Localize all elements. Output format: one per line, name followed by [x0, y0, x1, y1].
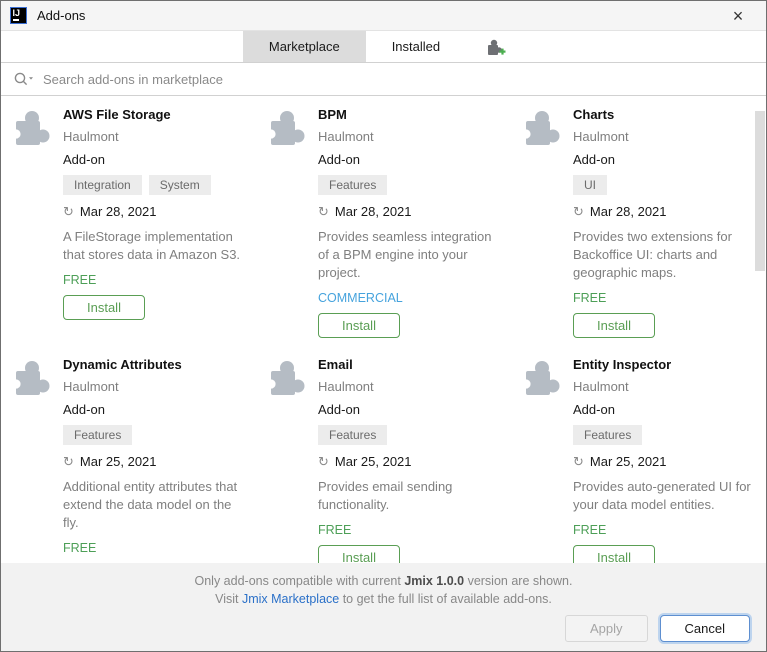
addon-date: Mar 28, 2021	[590, 204, 667, 219]
addon-card-charts: Charts Haulmont Add-on UI ↻ Mar 28, 2021…	[511, 96, 766, 346]
install-button[interactable]: Install	[573, 313, 655, 338]
tag-row: Integration System	[63, 175, 211, 195]
addon-vendor: Haulmont	[318, 129, 374, 144]
addon-card-aws-file-storage: AWS File Storage Haulmont Add-on Integra…	[1, 96, 256, 346]
update-date-icon: ↻	[318, 205, 329, 218]
addon-type: Add-on	[318, 402, 360, 417]
addon-description: Provides seamless integration of a BPM e…	[318, 228, 505, 282]
close-icon[interactable]: ×	[724, 5, 752, 27]
addon-card-dynamic-attributes: Dynamic Attributes Haulmont Add-on Featu…	[1, 346, 256, 563]
puzzle-icon	[13, 358, 53, 398]
addons-dialog: IJ Add-ons × Marketplace Installed	[0, 0, 767, 652]
tag-row: Features	[318, 175, 387, 195]
puzzle-icon	[268, 358, 308, 398]
date-row: ↻ Mar 25, 2021	[63, 454, 157, 469]
puzzle-icon	[523, 358, 563, 398]
license-badge: FREE	[63, 541, 96, 555]
addon-type: Add-on	[63, 402, 105, 417]
tag-row: UI	[573, 175, 607, 195]
update-date-icon: ↻	[573, 205, 584, 218]
license-badge: FREE	[318, 523, 351, 537]
update-date-icon: ↻	[63, 205, 74, 218]
jmix-version: Jmix 1.0.0	[404, 574, 464, 588]
tag-chip: Features	[573, 425, 642, 445]
date-row: ↻ Mar 28, 2021	[573, 204, 667, 219]
tag-chip: Integration	[63, 175, 142, 195]
addon-name: BPM	[318, 107, 347, 122]
tag-chip: System	[149, 175, 211, 195]
date-row: ↻ Mar 25, 2021	[573, 454, 667, 469]
tab-bar: Marketplace Installed	[1, 31, 766, 63]
addon-description: Provides two extensions for Backoffice U…	[573, 228, 760, 282]
search-icon[interactable]	[13, 71, 35, 87]
addon-vendor: Haulmont	[63, 129, 119, 144]
addon-card-email: Email Haulmont Add-on Features ↻ Mar 25,…	[256, 346, 511, 563]
intellij-logo-icon: IJ	[10, 7, 27, 24]
footer: Only add-ons compatible with current Jmi…	[1, 563, 766, 652]
date-row: ↻ Mar 28, 2021	[318, 204, 412, 219]
addon-vendor: Haulmont	[318, 379, 374, 394]
addon-date: Mar 25, 2021	[80, 454, 157, 469]
addon-date: Mar 25, 2021	[590, 454, 667, 469]
addon-name: Charts	[573, 107, 614, 122]
search-bar	[1, 63, 766, 96]
addon-type: Add-on	[573, 402, 615, 417]
tag-row: Features	[63, 425, 132, 445]
puzzle-icon	[523, 108, 563, 148]
puzzle-icon	[268, 108, 308, 148]
date-row: ↻ Mar 28, 2021	[63, 204, 157, 219]
update-date-icon: ↻	[63, 455, 74, 468]
dialog-buttons: Apply Cancel	[565, 615, 750, 642]
puzzle-icon	[13, 108, 53, 148]
addon-vendor: Haulmont	[573, 129, 629, 144]
addon-vendor: Haulmont	[573, 379, 629, 394]
addon-type: Add-on	[318, 152, 360, 167]
tag-row: Features	[573, 425, 642, 445]
cancel-button[interactable]: Cancel	[660, 615, 750, 642]
addon-type: Add-on	[573, 152, 615, 167]
date-row: ↻ Mar 25, 2021	[318, 454, 412, 469]
addon-name: Entity Inspector	[573, 357, 671, 372]
addon-name: AWS File Storage	[63, 107, 171, 122]
addon-name: Email	[318, 357, 353, 372]
addon-date: Mar 25, 2021	[335, 454, 412, 469]
license-badge: FREE	[63, 273, 96, 287]
tab-marketplace[interactable]: Marketplace	[243, 31, 366, 62]
window-title: Add-ons	[37, 8, 85, 23]
license-badge: COMMERCIAL	[318, 291, 403, 305]
install-plugin-from-disk-button[interactable]	[466, 31, 524, 62]
marketplace-note: Visit Jmix Marketplace to get the full l…	[1, 590, 766, 608]
tab-installed[interactable]: Installed	[366, 31, 466, 62]
compatibility-note: Only add-ons compatible with current Jmi…	[1, 572, 766, 590]
update-date-icon: ↻	[573, 455, 584, 468]
update-date-icon: ↻	[318, 455, 329, 468]
addon-date: Mar 28, 2021	[335, 204, 412, 219]
addon-type: Add-on	[63, 152, 105, 167]
license-badge: FREE	[573, 523, 606, 537]
apply-button[interactable]: Apply	[565, 615, 648, 642]
addon-description: A FileStorage implementation that stores…	[63, 228, 250, 264]
addon-description: Provides auto-generated UI for your data…	[573, 478, 760, 514]
title-bar: IJ Add-ons ×	[1, 1, 766, 31]
install-button[interactable]: Install	[63, 295, 145, 320]
tag-chip: Features	[318, 175, 387, 195]
addons-grid: AWS File Storage Haulmont Add-on Integra…	[1, 96, 766, 563]
install-button[interactable]: Install	[318, 313, 400, 338]
search-input[interactable]	[43, 72, 754, 87]
tag-chip: UI	[573, 175, 607, 195]
addon-card-bpm: BPM Haulmont Add-on Features ↻ Mar 28, 2…	[256, 96, 511, 346]
addon-description: Additional entity attributes that extend…	[63, 478, 250, 532]
jmix-marketplace-link[interactable]: Jmix Marketplace	[242, 592, 339, 606]
addon-card-entity-inspector: Entity Inspector Haulmont Add-on Feature…	[511, 346, 766, 563]
addon-date: Mar 28, 2021	[80, 204, 157, 219]
addon-description: Provides email sending functionality.	[318, 478, 505, 514]
vertical-scrollbar[interactable]	[755, 111, 765, 271]
license-badge: FREE	[573, 291, 606, 305]
tag-row: Features	[318, 425, 387, 445]
tag-chip: Features	[318, 425, 387, 445]
tag-chip: Features	[63, 425, 132, 445]
addon-vendor: Haulmont	[63, 379, 119, 394]
addon-name: Dynamic Attributes	[63, 357, 182, 372]
plugin-with-plus-icon	[484, 37, 506, 57]
